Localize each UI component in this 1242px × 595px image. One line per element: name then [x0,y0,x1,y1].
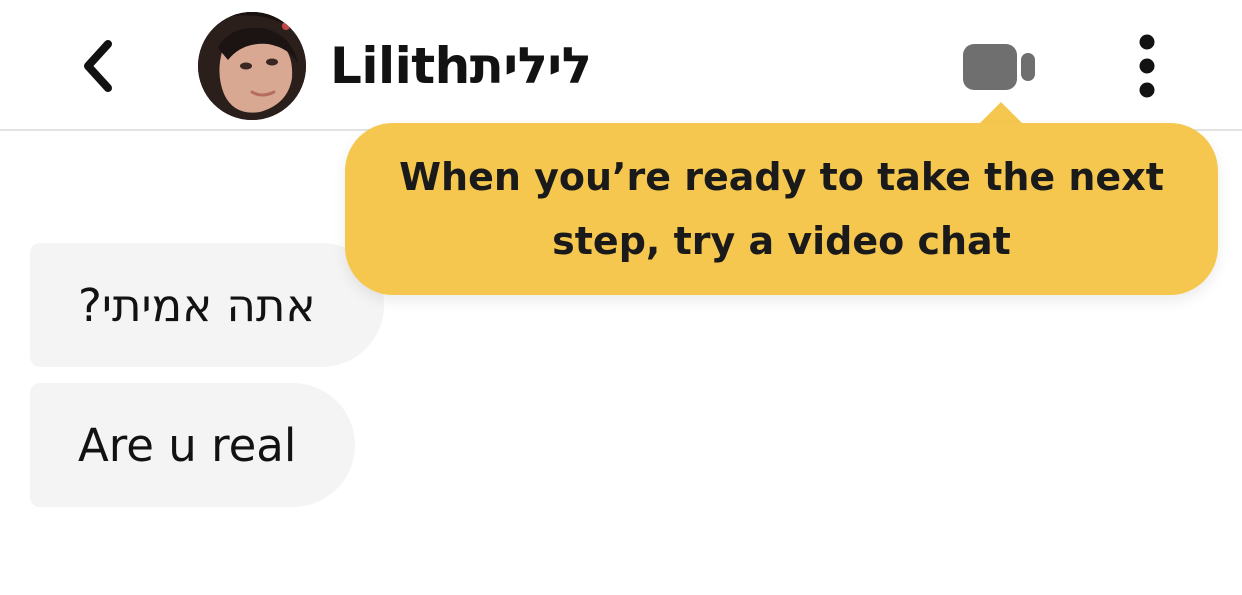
profile-photo [198,12,306,120]
avatar[interactable] [198,12,306,120]
video-chat-tooltip[interactable]: When you’re ready to take the next step,… [345,123,1218,295]
message-bubble[interactable]: אתה אמיתי? [30,243,384,367]
video-camera-icon [963,44,1035,90]
tooltip-text: When you’re ready to take the next step,… [399,145,1164,273]
tooltip-arrow [979,102,1023,124]
message-text: אתה אמיתי? [78,278,316,332]
contact-name[interactable]: Lilithלילית [330,32,592,100]
chevron-left-icon [84,40,112,92]
message-bubble[interactable]: Are u real [30,383,355,507]
chat-header: Lilithלילית [0,0,1242,131]
back-button[interactable] [66,32,130,100]
more-options-button[interactable] [1118,30,1176,102]
tooltip-line-1: When you’re ready to take the next [399,155,1164,199]
message-text: Are u real [78,418,297,472]
more-vertical-icon [1139,34,1155,98]
video-call-button[interactable] [954,36,1044,98]
tooltip-line-2: step, try a video chat [552,219,1011,263]
